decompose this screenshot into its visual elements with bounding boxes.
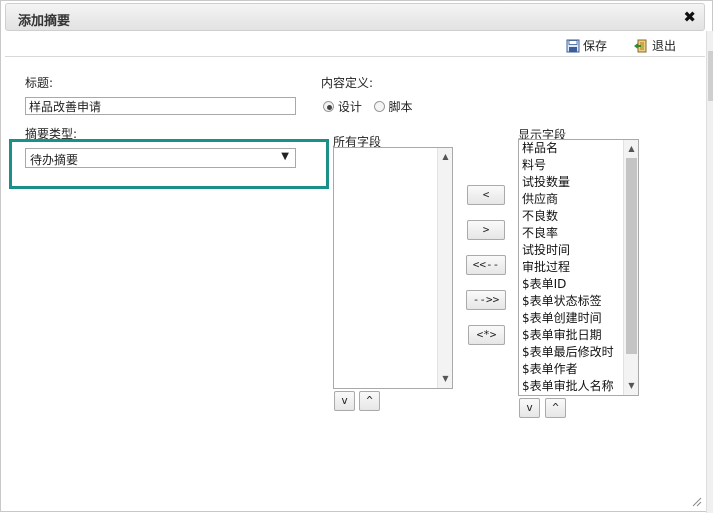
exit-icon	[634, 39, 647, 52]
summary-type-value: 待办摘要	[30, 153, 79, 167]
scroll-down-icon[interactable]: ▼	[438, 372, 452, 386]
exit-label: 退出	[652, 39, 677, 53]
display-fields-list[interactable]: 样品名 料号 试投数量 供应商 不良数 不良率 试投时间 审批过程 $表单ID $表单状态标签 $表…	[518, 139, 639, 396]
list-item[interactable]: 不良率	[522, 225, 622, 242]
content-def-label: 内容定义:	[321, 76, 374, 90]
list-item[interactable]: 供应商	[522, 191, 622, 208]
list-item[interactable]: $表单审批日期	[522, 327, 622, 344]
all-fields-list[interactable]: ▲ ▼	[333, 147, 453, 389]
display-fields-items: 样品名 料号 试投数量 供应商 不良数 不良率 试投时间 审批过程 $表单ID $表单状态标签 $表…	[522, 140, 622, 395]
display-fields-up-button[interactable]: ^	[545, 398, 566, 418]
scroll-thumb[interactable]	[626, 158, 637, 354]
list-item[interactable]: $表单作者	[522, 361, 622, 378]
save-button[interactable]: 保存	[566, 37, 607, 54]
list-item[interactable]: $表单最后修改时	[522, 344, 622, 361]
radio-group: 设计 脚本	[323, 98, 413, 115]
move-all-left-button[interactable]: <<--	[466, 255, 506, 275]
close-icon[interactable]: ✖	[683, 8, 696, 26]
custom-field-button[interactable]: <*>	[468, 325, 505, 345]
display-fields-down-button[interactable]: v	[519, 398, 540, 418]
radio-design[interactable]	[323, 101, 334, 112]
exit-button[interactable]: 退出	[633, 37, 676, 54]
move-left-button[interactable]: <	[467, 185, 505, 205]
list-item[interactable]: 料号	[522, 157, 622, 174]
move-all-right-button[interactable]: -->>	[466, 290, 506, 310]
all-fields-up-button[interactable]: ^	[359, 391, 380, 411]
move-right-button[interactable]: >	[467, 220, 505, 240]
scroll-up-icon[interactable]: ▲	[438, 150, 452, 164]
scroll-down-icon[interactable]: ▼	[624, 379, 638, 393]
resize-handle-icon[interactable]	[690, 495, 702, 507]
list-item[interactable]: 样品名	[522, 140, 622, 157]
dialog-title: 添加摘要	[18, 14, 71, 29]
all-fields-scrollbar[interactable]: ▲ ▼	[437, 148, 452, 388]
radio-script[interactable]	[373, 101, 385, 112]
title-label: 标题:	[25, 76, 54, 90]
list-item[interactable]: 审批过程	[522, 259, 622, 276]
add-summary-dialog: 添加摘要 ✖ 保存 退出 标题: 摘要类型: 待办摘要 ▼	[0, 0, 713, 513]
list-item[interactable]: $表单审批人名称	[522, 378, 622, 395]
list-item[interactable]: 试投时间	[522, 242, 622, 259]
save-icon	[566, 39, 580, 52]
dropdown-arrow-icon: ▼	[281, 151, 289, 162]
title-input[interactable]	[25, 97, 296, 115]
radio-design-label: 设计	[337, 100, 362, 114]
radio-script-label: 脚本	[388, 100, 413, 114]
scroll-up-icon[interactable]: ▲	[624, 142, 638, 156]
list-item[interactable]: $表单ID	[522, 276, 622, 293]
summary-type-select[interactable]: 待办摘要 ▼	[25, 148, 296, 168]
list-item[interactable]: $表单创建时间	[522, 310, 622, 327]
toolbar: 保存 退出	[5, 33, 705, 57]
list-item[interactable]: 不良数	[522, 208, 622, 225]
page-scrollbar[interactable]	[706, 31, 713, 513]
list-item[interactable]: $表单状态标签	[522, 293, 622, 310]
save-label: 保存	[583, 39, 608, 53]
all-fields-down-button[interactable]: v	[334, 391, 355, 411]
display-fields-scrollbar[interactable]: ▲ ▼	[623, 140, 638, 395]
dialog-titlebar: 添加摘要 ✖	[5, 3, 705, 31]
list-item[interactable]: 试投数量	[522, 174, 622, 191]
